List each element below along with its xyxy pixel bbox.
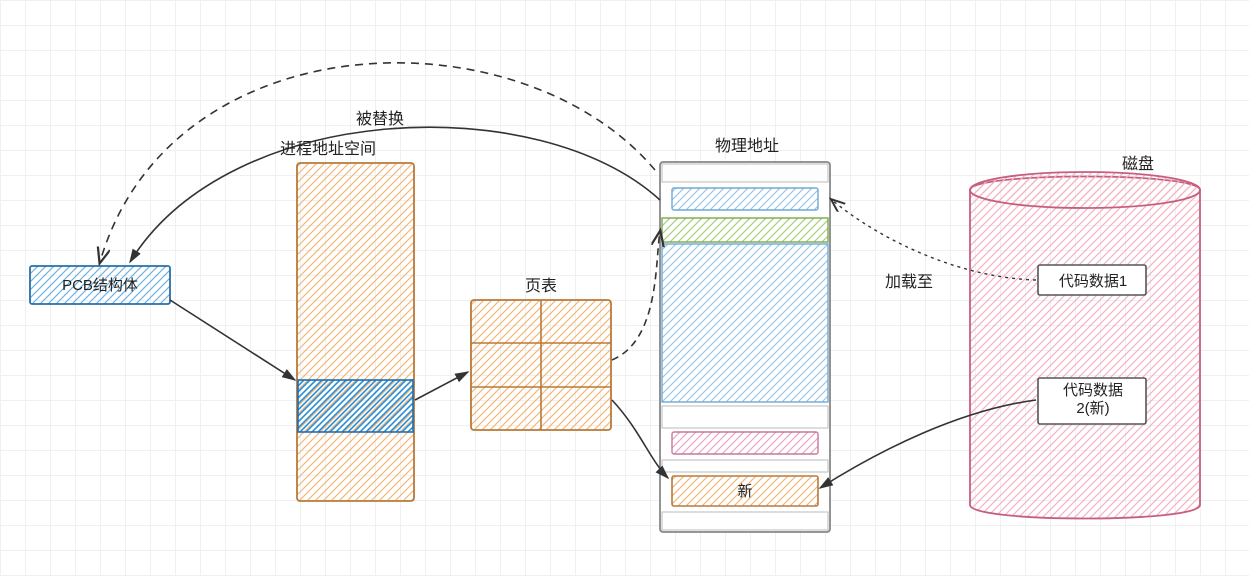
label-code1: 代码数据1 [1048, 270, 1138, 291]
label-new: 新 [720, 480, 770, 501]
disk-cylinder [970, 172, 1200, 519]
arrow-pagetable-to-phys-dashed [612, 232, 660, 360]
proc-space-box [297, 163, 414, 501]
label-code2-line2: 2(新) [1048, 400, 1138, 418]
arrow-pcb-to-proc [170, 300, 295, 380]
label-replaced: 被替换 [356, 105, 404, 129]
label-pcb: PCB结构体 [50, 274, 150, 295]
label-proc-space: 进程地址空间 [280, 135, 376, 159]
label-code2-line1: 代码数据 [1048, 382, 1138, 400]
label-disk: 磁盘 [1122, 150, 1154, 174]
proc-space-segment [298, 380, 413, 432]
page-table-grid [471, 300, 611, 430]
label-load-to: 加载至 [885, 268, 933, 292]
phys-addr-column [660, 162, 830, 532]
label-page-table: 页表 [525, 272, 557, 296]
label-phys-addr: 物理地址 [715, 132, 779, 156]
arrow-proc-to-pagetable [415, 372, 468, 400]
